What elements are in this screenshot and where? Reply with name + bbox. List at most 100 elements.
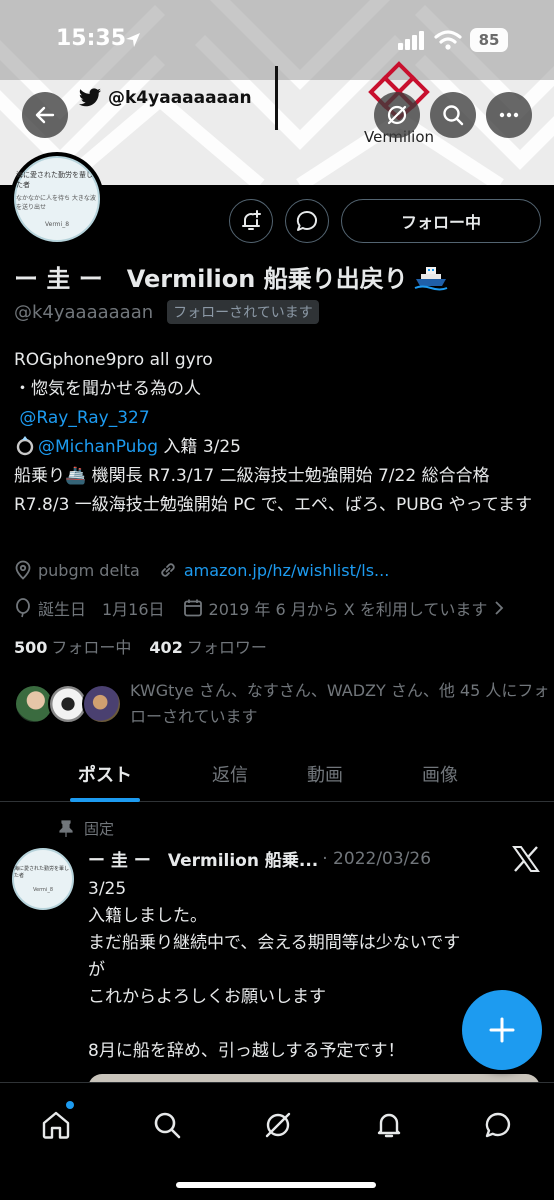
followers-you-know[interactable]: KWGtye さん、なすさん、WADZY さん、他 45 人にフォローされていま…: [14, 678, 550, 730]
nav-home[interactable]: [34, 1103, 78, 1147]
display-name-text: ー 圭 ー Vermilion 船乗り出戻り: [14, 265, 408, 293]
battery-level: 85: [478, 31, 500, 49]
tab-images[interactable]: 画像: [400, 746, 480, 802]
message-icon: [296, 210, 318, 231]
following-label: フォロー中: [51, 638, 132, 657]
banner-divider: [275, 66, 278, 130]
location-icon: [15, 560, 31, 580]
followers-you-know-text: KWGtye さん、なすさん、WADZY さん、他 45 人にフォローされていま…: [130, 681, 550, 726]
back-arrow-icon: [35, 106, 55, 124]
status-time: 15:35: [56, 26, 127, 51]
calendar-icon: [183, 599, 202, 617]
tab-label: ポスト: [78, 765, 132, 786]
home-indicator[interactable]: [176, 1182, 376, 1188]
post-author[interactable]: ー 圭 ー Vermilion 船乗...: [88, 846, 318, 871]
following-number: 500: [14, 638, 48, 657]
birthday-text: 誕生日 1月16日: [38, 600, 165, 619]
location-text: pubgm delta: [38, 560, 140, 580]
pinned-label: 固定: [58, 818, 114, 839]
nav-grok[interactable]: [256, 1103, 300, 1147]
avatar-text-2: なかなかに人を待ち 大きな波を送り出せ: [16, 195, 96, 211]
pinned-text: 固定: [84, 820, 115, 838]
location-arrow-icon: [126, 33, 140, 47]
bio-mention[interactable]: @MichanPubg: [38, 437, 158, 457]
birthday-item: 誕生日 1月16日: [14, 596, 165, 620]
follower-avatar-stack: [14, 680, 124, 728]
follow-counts: 500 フォロー中 402 フォロワー: [14, 634, 267, 658]
profile-meta-row-2: 誕生日 1月16日 2019 年 6 月から X を利用しています: [14, 596, 523, 620]
following-button[interactable]: フォロー中: [341, 199, 541, 243]
tab-label: 動画: [307, 765, 343, 786]
twitter-bird-icon: [79, 88, 101, 107]
nav-notifications[interactable]: [367, 1103, 411, 1147]
back-button[interactable]: [22, 92, 68, 138]
website-item[interactable]: amazon.jp/hz/wishlist/ls...: [158, 560, 389, 580]
ring-icon: [16, 436, 34, 456]
bio-mention[interactable]: @Ray_Ray_327: [19, 408, 149, 428]
more-icon: [499, 112, 519, 118]
x-logo-icon[interactable]: [512, 846, 540, 872]
post-line: 3/25: [88, 879, 127, 899]
followers-count[interactable]: 402 フォロワー: [149, 634, 266, 658]
nav-search[interactable]: [145, 1103, 189, 1147]
profile-meta-row-1: pubgm delta amazon.jp/hz/wishlist/ls...: [14, 560, 407, 580]
bio-text: 入籍 3/25: [158, 437, 241, 457]
grok-icon: [265, 1112, 291, 1138]
nav-messages[interactable]: [476, 1103, 520, 1147]
following-count[interactable]: 500 フォロー中: [14, 634, 131, 658]
profile-tabs: ポスト 返信 動画 画像: [0, 746, 554, 802]
banner-handle: @k4yaaaaaaan: [78, 88, 252, 108]
notify-button[interactable]: [229, 199, 273, 243]
location-item: pubgm delta: [14, 560, 140, 580]
avatar-text-1: 海に愛された勤労を輩した者: [16, 171, 93, 189]
follower-avatar: [82, 684, 122, 724]
notification-add-icon: [242, 210, 261, 230]
balloon-icon: [16, 598, 30, 618]
banner-handle-text: @k4yaaaaaaan: [108, 88, 252, 108]
tab-label: 画像: [422, 765, 458, 786]
message-icon: [485, 1112, 511, 1138]
home-icon: [42, 1111, 70, 1139]
search-button[interactable]: [430, 92, 476, 138]
ship-icon: [414, 266, 448, 290]
avatar-text-3: Vermi_8: [44, 221, 70, 228]
post-header: ー 圭 ー Vermilion 船乗... · 2022/03/26: [88, 846, 488, 872]
profile-banner: 15:35 85 @k4yaaaaaaan: [0, 0, 554, 185]
tab-label: 返信: [212, 765, 248, 786]
post-date[interactable]: · 2022/03/26: [322, 849, 431, 869]
pin-icon: [59, 819, 73, 837]
signal-icon: [398, 31, 424, 50]
plus-icon: [489, 1017, 515, 1043]
handle-row: @k4yaaaaaaan フォローされています: [14, 300, 319, 324]
search-icon: [154, 1112, 181, 1139]
compose-button[interactable]: [462, 990, 542, 1070]
more-button[interactable]: [486, 92, 532, 138]
grok-button[interactable]: [374, 92, 420, 138]
follows-you-badge: フォローされています: [167, 300, 319, 324]
profile-handle: @k4yaaaaaaan: [14, 301, 154, 323]
home-notification-dot: [66, 1101, 74, 1109]
post-line: まだ船乗り継続中で、会える期間等は少ないです: [88, 933, 461, 953]
link-icon: [161, 563, 175, 577]
tab-videos[interactable]: 動画: [250, 746, 400, 802]
joined-item[interactable]: 2019 年 6 月から X を利用しています: [183, 596, 506, 620]
post-avatar[interactable]: 海に愛された勤労を輩した者 Vermi_8: [12, 848, 74, 910]
avatar-image: 海に愛された勤労を輩した者 なかなかに人を待ち 大きな波を送り出せ Vermi_…: [14, 156, 100, 242]
joined-text: 2019 年 6 月から X を利用しています: [208, 600, 488, 619]
display-name: ー 圭 ー Vermilion 船乗り出戻り: [14, 259, 448, 294]
tab-posts[interactable]: ポスト: [0, 746, 210, 802]
website-link[interactable]: amazon.jp/hz/wishlist/ls...: [184, 561, 389, 580]
post-line: 入籍しました。: [88, 906, 207, 926]
wifi-icon: [434, 30, 462, 50]
profile-avatar[interactable]: 海に愛された勤労を輩した者 なかなかに人を待ち 大きな波を送り出せ Vermi_…: [10, 152, 104, 246]
bio-line: ROGphone9pro all gyro: [14, 350, 213, 370]
bio-line: ・惚気を聞かせる為の人: [14, 379, 201, 399]
battery-icon: 85: [470, 28, 508, 52]
post-avatar-text-3: Vermi_8: [32, 887, 54, 893]
chevron-right-icon: [495, 601, 504, 615]
message-button[interactable]: [285, 199, 329, 243]
tab-replies[interactable]: 返信: [210, 746, 250, 802]
bell-icon: [377, 1113, 401, 1138]
bio-line: 船乗り🚢 機関長 R7.3/17 二級海技士勉強開始 7/22 総合合格 R7.…: [14, 466, 532, 515]
followers-number: 402: [149, 638, 183, 657]
